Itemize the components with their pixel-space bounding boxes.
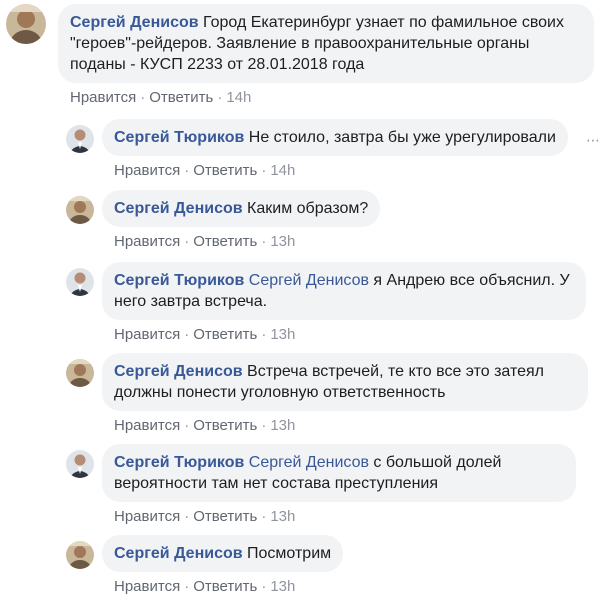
comment-text: Посмотрим (247, 545, 332, 562)
separator: · (184, 508, 190, 525)
timestamp[interactable]: 13h (270, 417, 295, 434)
comment-author[interactable]: Сергей Денисов (114, 200, 243, 217)
comment-author[interactable]: Сергей Тюриков (114, 272, 244, 289)
avatar-tyurikov[interactable] (66, 450, 94, 478)
comment-author[interactable]: Сергей Тюриков (114, 129, 244, 146)
separator: · (217, 89, 223, 106)
separator: · (261, 508, 267, 525)
comment-author[interactable]: Сергей Денисов (114, 363, 243, 380)
comment-4: Сергей Денисов Встреча встречей, те кто … (66, 353, 588, 435)
timestamp[interactable]: 13h (270, 578, 295, 595)
timestamp[interactable]: 14h (226, 89, 251, 106)
separator: · (184, 162, 190, 179)
comment-actions: Нравится · Ответить · 14h (102, 162, 568, 180)
separator: · (184, 417, 190, 434)
comment-actions: Нравится · Ответить · 13h (102, 326, 586, 344)
separator: · (261, 417, 267, 434)
comment-text: Не стоило, завтра бы уже урегулировали (248, 129, 556, 146)
comment-actions: Нравится · Ответить · 13h (102, 578, 343, 596)
separator: · (261, 162, 267, 179)
comment-2: Сергей Денисов Каким образом? Нравится · О… (66, 190, 381, 251)
comment-0: Сергей Денисов Город Екатеринбург узнает… (6, 4, 594, 107)
comment-1: Сергей Тюриков Не стоило, завтра бы уже … (66, 119, 568, 180)
reply-link[interactable]: Ответить (193, 162, 257, 179)
separator: · (261, 578, 267, 595)
reply-link[interactable]: Ответить (193, 326, 257, 343)
comment-bubble: Сергей Денисов Посмотрим (102, 535, 344, 572)
timestamp[interactable]: 13h (270, 508, 295, 525)
comment-actions: Нравится · Ответить · 13h (102, 508, 576, 526)
avatar-denisov[interactable] (66, 541, 94, 569)
like-link[interactable]: Нравится (114, 578, 180, 595)
like-link[interactable]: Нравится (114, 508, 180, 525)
comment-bubble: Сергей Денисов Встреча встречей, те кто … (102, 353, 588, 411)
comment-text: Каким образом? (247, 200, 369, 217)
separator: · (261, 326, 267, 343)
mention-link[interactable]: Сергей Денисов (249, 272, 369, 289)
separator: · (261, 233, 267, 250)
avatar-denisov[interactable] (66, 196, 94, 224)
avatar-tyurikov[interactable] (66, 268, 94, 296)
comment-5: Сергей Тюриков Сергей Денисов с большой … (66, 444, 576, 526)
comment-3: Сергей Тюриков Сергей Денисов я Андрею в… (66, 262, 586, 344)
reply-link[interactable]: Ответить (193, 233, 257, 250)
avatar-tyurikov[interactable] (66, 125, 94, 153)
mention-link[interactable]: Сергей Денисов (249, 454, 369, 471)
separator: · (184, 326, 190, 343)
comment-6: Сергей Денисов Посмотрим Нравится · Ответи… (66, 535, 344, 596)
reply-link[interactable]: Ответить (193, 508, 257, 525)
comment-author[interactable]: Сергей Денисов (114, 545, 243, 562)
reply-link[interactable]: Ответить (193, 578, 257, 595)
separator: · (184, 233, 190, 250)
separator: · (184, 578, 190, 595)
timestamp[interactable]: 13h (270, 326, 295, 343)
avatar-denisov[interactable] (66, 359, 94, 387)
reply-link[interactable]: Ответить (149, 89, 213, 106)
timestamp[interactable]: 13h (270, 233, 295, 250)
comment-bubble: Сергей Тюриков Не стоило, завтра бы уже … (102, 119, 568, 156)
like-link[interactable]: Нравится (114, 233, 180, 250)
comment-bubble: Сергей Денисов Каким образом? (102, 190, 381, 227)
ellipsis-icon[interactable]: ⋯ (583, 130, 603, 150)
comment-author[interactable]: Сергей Тюриков (114, 454, 244, 471)
like-link[interactable]: Нравится (114, 326, 180, 343)
comment-author[interactable]: Сергей Денисов (70, 14, 199, 31)
comment-actions: Нравится · Ответить · 14h (58, 89, 594, 107)
like-link[interactable]: Нравится (114, 162, 180, 179)
comment-bubble: Сергей Денисов Город Екатеринбург узнает… (58, 4, 594, 83)
comment-actions: Нравится · Ответить · 13h (102, 417, 588, 435)
timestamp[interactable]: 14h (270, 162, 295, 179)
comment-bubble: Сергей Тюриков Сергей Денисов с большой … (102, 444, 576, 502)
like-link[interactable]: Нравится (70, 89, 136, 106)
comment-bubble: Сергей Тюриков Сергей Денисов я Андрею в… (102, 262, 586, 320)
like-link[interactable]: Нравится (114, 417, 180, 434)
separator: · (140, 89, 146, 106)
reply-link[interactable]: Ответить (193, 417, 257, 434)
avatar-denisov[interactable] (6, 4, 46, 44)
comment-actions: Нравится · Ответить · 13h (102, 233, 380, 251)
